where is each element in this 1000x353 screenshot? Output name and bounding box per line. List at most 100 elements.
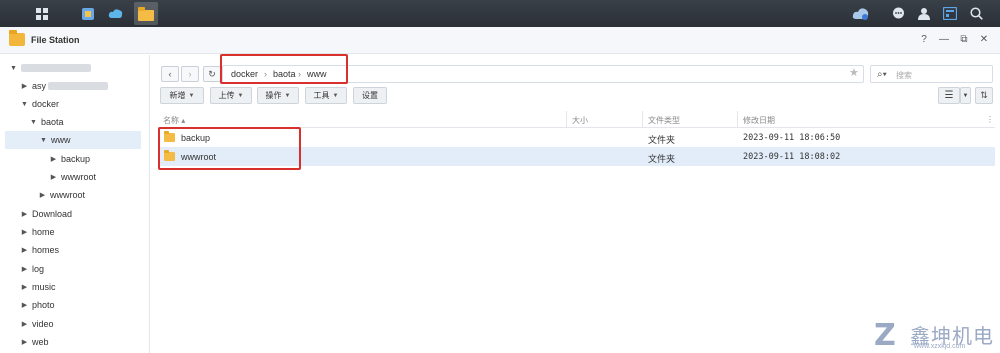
chevron-right-icon[interactable]: ▶ bbox=[49, 173, 58, 181]
column-type[interactable]: 文件类型 bbox=[648, 115, 680, 126]
chevron-right-icon[interactable]: ▶ bbox=[20, 301, 29, 309]
tree-item-label: baota bbox=[41, 117, 64, 127]
tree-item-root[interactable]: ▼ bbox=[9, 59, 91, 77]
tree-item-music[interactable]: ▶ music bbox=[20, 278, 56, 296]
tree-item-wwwroot-child[interactable]: ▶ wwwroot bbox=[49, 168, 96, 186]
breadcrumb-baota[interactable]: baota bbox=[273, 69, 296, 79]
search-input[interactable]: ⌕▾ 搜索 bbox=[870, 65, 993, 83]
minimize-button[interactable]: — bbox=[937, 34, 951, 45]
folder-tree: ▼ ▶ asy ▼ docker ▼ baota ▼ www ▶ backup … bbox=[0, 55, 150, 353]
tree-item-wwwroot[interactable]: ▶ wwwroot bbox=[38, 186, 85, 204]
redacted-label bbox=[48, 82, 109, 90]
tree-item-backup[interactable]: ▶ backup bbox=[49, 150, 90, 168]
control-panel-icon[interactable] bbox=[76, 2, 100, 25]
tree-item-log[interactable]: ▶ log bbox=[20, 260, 44, 278]
chevron-right-icon[interactable]: ▶ bbox=[49, 155, 58, 163]
file-name: wwwroot bbox=[181, 152, 217, 162]
tree-item-web[interactable]: ▶ web bbox=[20, 333, 49, 351]
cloud-sync-icon[interactable] bbox=[104, 2, 128, 25]
help-button[interactable]: ? bbox=[917, 34, 931, 45]
file-name: backup bbox=[181, 133, 211, 143]
tree-item-label: asy bbox=[32, 81, 47, 91]
tree-item-label: wwwroot bbox=[61, 172, 97, 182]
tree-item-label: backup bbox=[61, 154, 91, 164]
tree-item-label: music bbox=[32, 282, 56, 292]
search-icon[interactable] bbox=[964, 2, 988, 25]
chevron-down-icon[interactable]: ▼ bbox=[9, 65, 18, 72]
tree-item-download[interactable]: ▶ Download bbox=[20, 205, 72, 223]
refresh-button[interactable]: ↻ bbox=[203, 66, 221, 82]
tree-item-photo[interactable]: ▶ photo bbox=[20, 296, 55, 314]
chevron-down-icon[interactable]: ▼ bbox=[20, 101, 29, 108]
chevron-right-icon[interactable]: ▶ bbox=[38, 191, 47, 199]
list-view-button[interactable]: ☰ bbox=[938, 87, 960, 104]
table-row[interactable]: wwwroot 文件夹 2023-09-11 18:08:02 bbox=[158, 147, 995, 166]
column-modified[interactable]: 修改日期 bbox=[743, 115, 775, 126]
chevron-right-icon[interactable]: ▶ bbox=[20, 265, 29, 273]
upload-button[interactable]: 上传 ▼ bbox=[210, 87, 252, 104]
tree-item-video[interactable]: ▶ video bbox=[20, 315, 54, 333]
grid-icon[interactable] bbox=[30, 2, 54, 25]
caret-down-icon: ▼ bbox=[237, 92, 244, 99]
column-divider[interactable] bbox=[642, 111, 643, 128]
tree-item-label: www bbox=[51, 135, 71, 145]
user-icon[interactable] bbox=[912, 2, 936, 25]
table-row[interactable]: backup 文件夹 2023-09-11 18:06:50 bbox=[158, 128, 995, 147]
chevron-right-icon[interactable]: ▶ bbox=[20, 246, 29, 254]
chevron-right-icon[interactable]: ▶ bbox=[20, 210, 29, 218]
forward-button[interactable]: › bbox=[181, 66, 199, 82]
tree-item-label: docker bbox=[32, 99, 60, 109]
list-view-icon: ☰ bbox=[944, 90, 954, 101]
tree-item-docker[interactable]: ▼ docker bbox=[20, 95, 59, 113]
file-station-icon[interactable] bbox=[134, 2, 158, 25]
tree-item-label: home bbox=[32, 227, 55, 237]
path-bar[interactable]: docker › baota › www bbox=[222, 65, 864, 83]
breadcrumb-www[interactable]: www bbox=[307, 69, 327, 79]
create-label: 新增 bbox=[169, 91, 186, 100]
column-name[interactable]: 名称 ▴ bbox=[163, 115, 185, 126]
close-button[interactable]: ✕ bbox=[977, 34, 991, 45]
watermark-url: www.xzxkjd.com bbox=[914, 343, 966, 350]
tree-item-baota[interactable]: ▼ baota bbox=[29, 113, 64, 131]
breadcrumb-separator: › bbox=[264, 69, 267, 79]
back-button[interactable]: ‹ bbox=[161, 66, 179, 82]
create-button[interactable]: 新增 ▼ bbox=[160, 87, 204, 104]
search-icon[interactable]: ⌕▾ bbox=[877, 69, 887, 80]
favorite-star-icon[interactable]: ★ bbox=[849, 66, 859, 79]
cloud-upload-icon[interactable] bbox=[849, 2, 873, 25]
settings-button[interactable]: 设置 bbox=[353, 87, 387, 104]
watermark-logo: Z bbox=[874, 318, 896, 353]
chat-icon[interactable] bbox=[886, 2, 910, 25]
chevron-right-icon[interactable]: ▶ bbox=[20, 228, 29, 236]
tools-button[interactable]: 工具 ▼ bbox=[305, 87, 347, 104]
window-titlebar: File Station ? — ⧉ ✕ bbox=[0, 27, 1000, 54]
window-title: File Station bbox=[31, 35, 80, 45]
chevron-right-icon[interactable]: ▶ bbox=[20, 338, 29, 346]
tree-item-www[interactable]: ▼ www bbox=[5, 131, 141, 149]
column-divider[interactable] bbox=[737, 111, 738, 128]
chevron-right-icon[interactable]: ▶ bbox=[20, 320, 29, 328]
search-placeholder: 搜索 bbox=[896, 71, 912, 80]
restore-button[interactable]: ⧉ bbox=[957, 34, 971, 45]
tree-item-label: web bbox=[32, 337, 49, 347]
chevron-down-icon[interactable]: ▼ bbox=[29, 119, 38, 126]
sort-button[interactable]: ⇅ bbox=[975, 87, 993, 104]
file-type: 文件夹 bbox=[648, 135, 676, 145]
tree-item-label: Download bbox=[32, 209, 73, 219]
column-divider[interactable] bbox=[566, 111, 567, 128]
chevron-right-icon[interactable]: ▶ bbox=[20, 82, 29, 90]
redacted-label bbox=[21, 64, 91, 72]
tree-item-home[interactable]: ▶ home bbox=[20, 223, 55, 241]
breadcrumb-docker[interactable]: docker bbox=[231, 69, 258, 79]
view-dropdown-button[interactable]: ▼ bbox=[960, 87, 971, 104]
tree-item-homes[interactable]: ▶ homes bbox=[20, 241, 59, 259]
caret-down-icon: ▼ bbox=[284, 92, 291, 99]
tree-item-asy[interactable]: ▶ asy bbox=[20, 77, 109, 95]
widgets-icon[interactable] bbox=[938, 2, 962, 25]
tree-item-label: wwwroot bbox=[50, 190, 86, 200]
action-button[interactable]: 操作 ▼ bbox=[257, 87, 299, 104]
chevron-right-icon[interactable]: ▶ bbox=[20, 283, 29, 291]
chevron-down-icon[interactable]: ▼ bbox=[39, 137, 48, 144]
column-size[interactable]: 大小 bbox=[572, 115, 588, 126]
column-options-icon[interactable]: ⋮ bbox=[986, 115, 994, 124]
